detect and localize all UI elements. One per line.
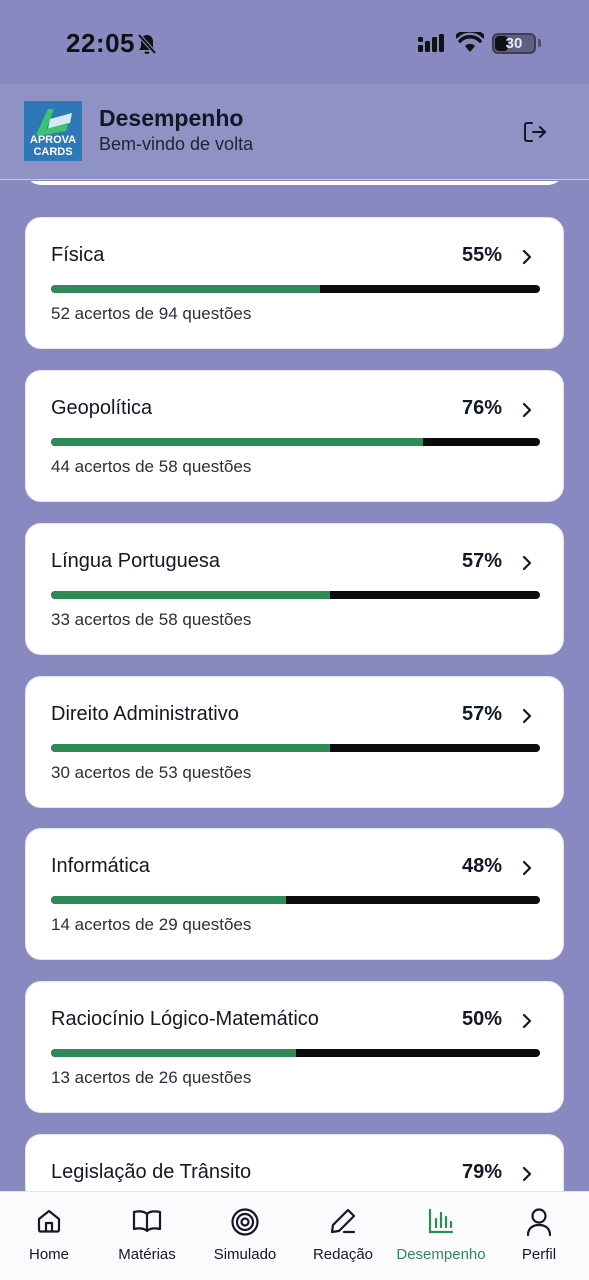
subject-percent: 50% — [461, 1008, 502, 1030]
progress-bar — [51, 744, 540, 752]
progress-fill — [51, 896, 286, 904]
subject-detail: 13 acertos de 26 questões — [51, 1068, 252, 1087]
bottom-nav: Home Matérias Simulado Redação Desempenh… — [0, 1191, 589, 1280]
nav-materias[interactable]: Matérias — [98, 1192, 196, 1280]
subject-detail: 14 acertos de 29 questões — [51, 915, 252, 934]
subject-name: Geopolítica — [51, 397, 153, 419]
chevron-right-icon — [521, 402, 533, 423]
battery-tip — [538, 39, 541, 47]
subject-percent: 57% — [461, 703, 502, 725]
wifi-icon — [454, 29, 486, 57]
subject-name: Língua Portuguesa — [51, 550, 221, 572]
bell-muted-icon — [137, 33, 157, 60]
pencil-icon — [329, 1207, 357, 1240]
subject-card[interactable]: Física 55% 52 acertos de 94 questões — [25, 217, 564, 349]
subject-detail: 44 acertos de 58 questões — [51, 457, 252, 476]
progress-bar — [51, 1049, 540, 1057]
app-header: APROVA CARDS Desempenho Bem-vindo de vol… — [0, 84, 589, 180]
status-time: 22:05 — [66, 28, 135, 58]
progress-fill — [51, 591, 330, 599]
subject-percent: 76% — [461, 397, 502, 419]
subject-percent: 57% — [461, 550, 502, 572]
progress-bar — [51, 438, 540, 446]
nav-simulado[interactable]: Simulado — [196, 1192, 294, 1280]
logo-text-line2: CARDS — [33, 146, 73, 158]
nav-desempenho[interactable]: Desempenho — [392, 1192, 490, 1280]
progress-fill — [51, 438, 423, 446]
cellular-signal-icon — [418, 34, 446, 57]
page-subtitle: Bem-vindo de volta — [99, 134, 254, 154]
target-icon — [230, 1207, 260, 1242]
nav-perfil[interactable]: Perfil — [490, 1192, 588, 1280]
progress-bar — [51, 285, 540, 293]
subject-card-partial — [25, 181, 564, 185]
chevron-right-icon — [521, 249, 533, 270]
subject-card[interactable]: Geopolítica 76% 44 acertos de 58 questõe… — [25, 370, 564, 502]
subject-name: Física — [51, 244, 105, 266]
app-logo: APROVA CARDS — [24, 101, 82, 161]
chevron-right-icon — [521, 1013, 533, 1034]
subject-name: Direito Administrativo — [51, 703, 239, 725]
progress-bar — [51, 896, 540, 904]
subject-percent: 55% — [461, 244, 502, 266]
logout-icon[interactable] — [522, 119, 548, 150]
chevron-right-icon — [521, 708, 533, 729]
progress-bar — [51, 591, 540, 599]
nav-perfil-label: Perfil — [521, 1246, 557, 1263]
battery-percent: 30 — [505, 35, 523, 52]
subject-list[interactable]: Física 55% 52 acertos de 94 questões Geo… — [0, 181, 589, 1191]
user-icon — [525, 1207, 553, 1242]
subject-percent: 79% — [461, 1161, 502, 1183]
subject-card[interactable]: Legislação de Trânsito 79% — [25, 1134, 564, 1191]
progress-fill — [51, 285, 320, 293]
progress-fill — [51, 1049, 296, 1057]
subject-detail: 33 acertos de 58 questões — [51, 610, 252, 629]
bar-chart-icon — [427, 1207, 455, 1240]
status-bar: 22:05 30 — [0, 0, 589, 84]
chevron-right-icon — [521, 860, 533, 881]
progress-fill — [51, 744, 330, 752]
nav-home[interactable]: Home — [0, 1192, 98, 1280]
subject-detail: 30 acertos de 53 questões — [51, 763, 252, 782]
subject-card[interactable]: Informática 48% 14 acertos de 29 questõe… — [25, 828, 564, 960]
book-open-icon — [132, 1207, 162, 1240]
subject-name: Legislação de Trânsito — [51, 1161, 252, 1183]
battery-icon: 30 — [492, 33, 536, 54]
chevron-right-icon — [521, 555, 533, 576]
subject-name: Raciocínio Lógico-Matemático — [51, 1008, 319, 1030]
page-title: Desempenho — [99, 105, 244, 131]
subject-detail: 52 acertos de 94 questões — [51, 304, 252, 323]
subject-card[interactable]: Raciocínio Lógico-Matemático 50% 13 acer… — [25, 981, 564, 1113]
chevron-right-icon — [521, 1166, 533, 1187]
logo-text-line1: APROVA — [29, 134, 77, 146]
subject-name: Informática — [51, 855, 150, 877]
nav-redacao[interactable]: Redação — [294, 1192, 392, 1280]
home-icon — [35, 1207, 63, 1240]
subject-card[interactable]: Direito Administrativo 57% 30 acertos de… — [25, 676, 564, 808]
subject-percent: 48% — [461, 855, 502, 877]
subject-card[interactable]: Língua Portuguesa 57% 33 acertos de 58 q… — [25, 523, 564, 655]
